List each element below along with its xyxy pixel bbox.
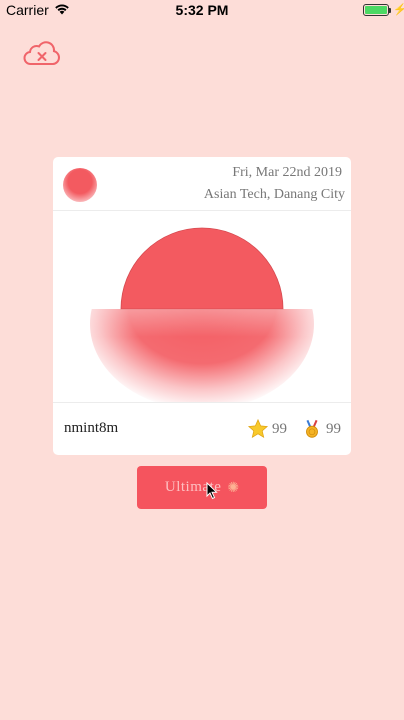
status-time: 5:32 PM xyxy=(175,2,229,18)
avatar[interactable] xyxy=(63,168,97,202)
card-footer: nmint8m 99 99 xyxy=(53,402,351,455)
medals-stat[interactable]: 99 xyxy=(301,417,341,441)
cloud-x-button[interactable] xyxy=(22,40,62,68)
ultimate-button[interactable]: Ultimate ✺ xyxy=(137,466,267,509)
post-image xyxy=(53,212,351,402)
cloud-x-icon xyxy=(23,41,60,65)
sparkle-icon: ✺ xyxy=(227,479,240,495)
sun-graphic xyxy=(53,212,351,402)
battery-fill xyxy=(365,6,387,14)
status-bar: Carrier 5:32 PM ⚡ xyxy=(0,0,404,22)
post-location: Asian Tech, Danang City xyxy=(203,187,345,202)
stars-count: 99 xyxy=(272,420,287,437)
stars-stat[interactable]: 99 xyxy=(247,417,287,441)
battery-icon xyxy=(363,4,389,16)
medal-icon xyxy=(306,419,318,438)
card-header: Fri, Mar 22nd 2019 Asian Tech, Danang Ci… xyxy=(53,157,351,211)
username[interactable]: nmint8m xyxy=(64,420,118,437)
star-icon xyxy=(247,418,269,439)
post-date: Fri, Mar 22nd 2019 xyxy=(232,165,342,180)
medals-count: 99 xyxy=(326,420,341,437)
mouse-cursor-icon xyxy=(206,482,218,500)
battery-tip xyxy=(389,8,391,13)
charging-icon: ⚡ xyxy=(393,4,404,16)
post-card[interactable]: Fri, Mar 22nd 2019 Asian Tech, Danang Ci… xyxy=(53,157,351,455)
